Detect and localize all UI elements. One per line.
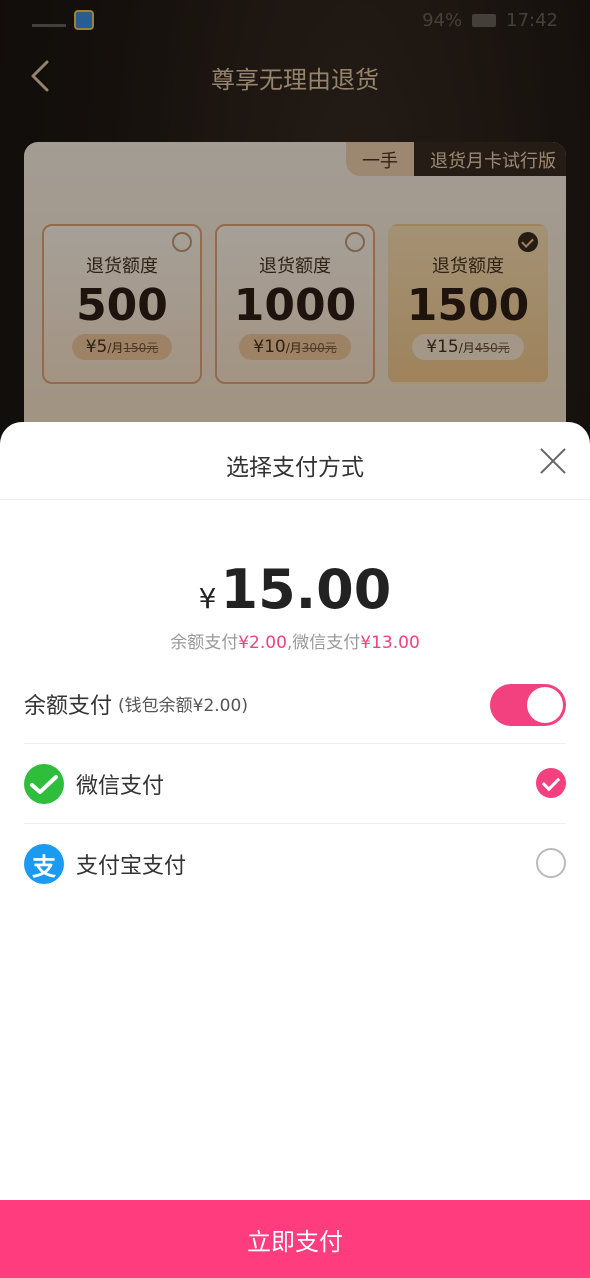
close-icon[interactable] (536, 444, 570, 478)
split-balance-label: 余额支付 (170, 633, 239, 653)
total-value: 15.00 (220, 558, 392, 621)
wallet-balance: (钱包余额¥2.00) (118, 696, 248, 716)
check-selected-icon[interactable] (536, 768, 566, 798)
payment-sheet: 选择支付方式 ¥15.00 余额支付¥2.00,微信支付¥13.00 余额支付 … (0, 422, 590, 1278)
radio-unselected-icon[interactable] (536, 848, 566, 878)
wechat-label: 微信支付 (76, 773, 165, 799)
split-wechat-label: 微信支付 (292, 633, 361, 653)
pay-now-button[interactable]: 立即支付 (0, 1200, 590, 1278)
wechat-icon (24, 763, 64, 804)
alipay-icon: 支 (24, 844, 64, 884)
split-balance-value: ¥2.00 (238, 633, 287, 653)
balance-pay-label: 余额支付 (24, 693, 113, 719)
payment-method-alipay[interactable]: 支 支付宝支付 (24, 824, 566, 904)
balance-pay-row: 余额支付 (钱包余额¥2.00) (24, 664, 566, 744)
currency-symbol: ¥ (198, 582, 217, 615)
payment-method-wechat[interactable]: 微信支付 (24, 744, 566, 824)
payment-split: 余额支付¥2.00,微信支付¥13.00 (0, 628, 590, 653)
alipay-label: 支付宝支付 (76, 854, 187, 879)
sheet-title: 选择支付方式 (226, 455, 364, 481)
total-amount: ¥15.00 (0, 558, 590, 621)
sheet-header: 选择支付方式 (0, 422, 590, 500)
balance-toggle[interactable] (490, 684, 566, 726)
split-wechat-value: ¥13.00 (360, 633, 420, 653)
